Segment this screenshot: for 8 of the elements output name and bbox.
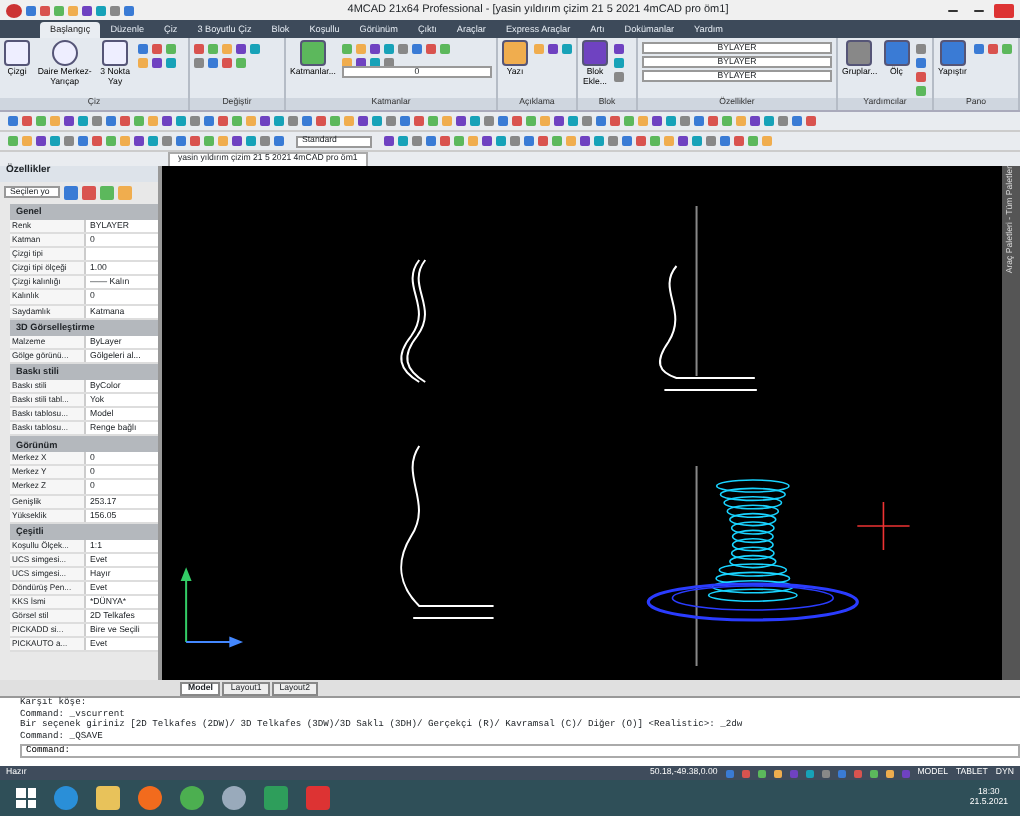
app-logo-icon bbox=[6, 3, 22, 17]
crosshair-cursor bbox=[856, 501, 911, 551]
close-icon[interactable] bbox=[994, 3, 1014, 17]
app-icon[interactable] bbox=[222, 786, 246, 810]
ucs-axis-icon bbox=[180, 567, 244, 648]
vase-profile-drawing bbox=[400, 259, 427, 383]
windows-start-icon[interactable] bbox=[16, 788, 36, 808]
minimize-icon[interactable] bbox=[948, 9, 958, 11]
